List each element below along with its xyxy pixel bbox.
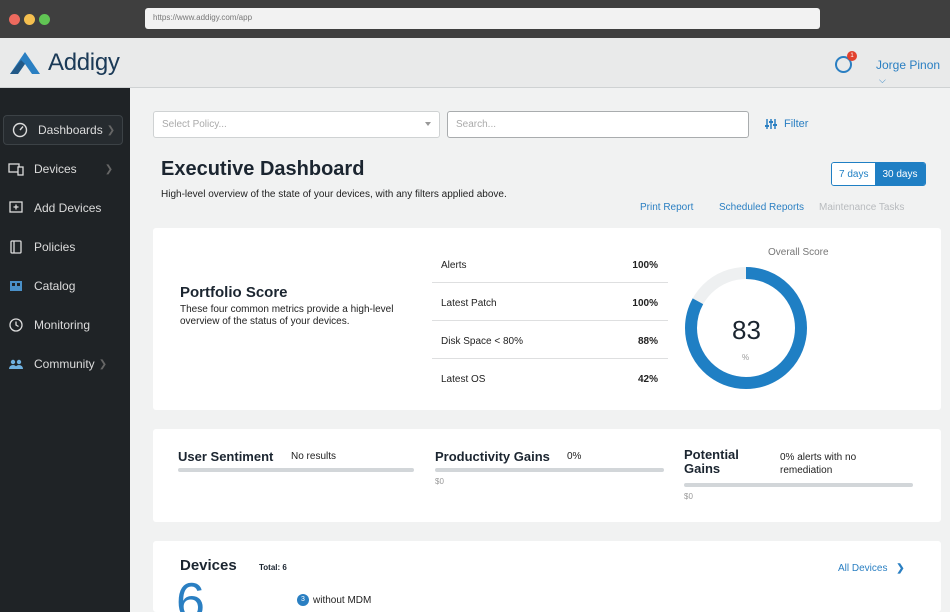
overall-score-unit: %	[742, 353, 750, 362]
all-devices-label: All Devices	[838, 563, 888, 574]
portfolio-description: These four common metrics provide a high…	[180, 304, 394, 327]
notification-badge: 1	[847, 51, 857, 61]
clock-icon	[8, 317, 24, 333]
metric-label: Disk Space < 80%	[441, 336, 523, 347]
devices-card	[153, 541, 941, 612]
metric-row: Alerts 100%	[432, 245, 668, 283]
sidebar-item-label: Community	[34, 357, 95, 371]
print-report-link[interactable]: Print Report	[640, 202, 693, 213]
maintenance-tasks-link[interactable]: Maintenance Tasks	[819, 202, 904, 213]
chevron-right-icon: ❯	[98, 358, 108, 370]
user-menu[interactable]: Jorge Pinon ⌵	[876, 58, 950, 86]
metric-value: 100%	[632, 260, 658, 271]
chevron-right-icon: ❯	[106, 124, 116, 136]
catalog-icon	[8, 278, 24, 294]
sidebar-item-label: Catalog	[34, 279, 76, 293]
sidebar-item-policies[interactable]: Policies	[0, 232, 128, 262]
sidebar-item-community[interactable]: Community ❯	[0, 349, 128, 379]
chevron-down-icon: ⌵	[879, 75, 886, 85]
minimize-window-button[interactable]	[24, 14, 35, 25]
sidebar-item-label: Dashboards	[38, 123, 103, 137]
metric-row: Disk Space < 80% 88%	[432, 321, 668, 359]
metric-value: 88%	[637, 336, 658, 347]
sidebar-item-label: Monitoring	[34, 318, 91, 332]
metric-value: 100%	[632, 298, 658, 309]
devices-icon	[8, 161, 24, 177]
without-mdm-label: without MDM	[313, 594, 372, 606]
app-logo[interactable]: Addigy	[8, 49, 120, 77]
app-header	[0, 38, 950, 88]
range-7-days-button[interactable]: 7 days	[832, 163, 876, 185]
all-devices-link[interactable]: All Devices ❯	[838, 563, 905, 574]
user-name: Jorge Pinon	[876, 58, 941, 72]
metric-row: Latest OS 42%	[432, 359, 668, 397]
metric-label: Alerts	[441, 260, 467, 271]
range-toggle: 7 days 30 days	[831, 162, 926, 186]
sidebar-item-label: Policies	[34, 240, 76, 254]
user-sentiment-bar	[178, 468, 414, 472]
metric-value: 42%	[637, 374, 658, 385]
policy-select[interactable]: Select Policy...	[153, 111, 440, 138]
policies-icon	[8, 239, 24, 255]
chevron-right-icon: ❯	[896, 563, 905, 574]
user-sentiment-title: User Sentiment	[178, 449, 274, 464]
user-sentiment-value: No results	[291, 451, 337, 462]
potential-gains-title: Potential Gains	[684, 447, 739, 476]
sidebar-item-add-devices[interactable]: Add Devices	[0, 193, 128, 223]
add-device-icon	[8, 200, 24, 216]
sidebar-item-label: Add Devices	[34, 201, 102, 215]
sidebar-item-dashboards[interactable]: Dashboards ❯	[3, 115, 123, 145]
sidebar-item-label: Devices	[34, 162, 77, 176]
close-window-button[interactable]	[9, 14, 20, 25]
search-input[interactable]: Search...	[447, 111, 749, 138]
sidebar-item-monitoring[interactable]: Monitoring	[0, 310, 128, 340]
browser-window: https://www.addigy.com/app Addigy 1 Jorg…	[0, 0, 950, 612]
metric-row: Latest Patch 100%	[432, 283, 668, 321]
range-30-days-button[interactable]: 30 days	[875, 163, 925, 185]
potential-gains-amount: $0	[684, 492, 693, 501]
overall-score-value: 83	[732, 315, 761, 345]
chevron-down-icon	[425, 122, 431, 126]
page-title: Executive Dashboard	[161, 158, 365, 180]
sidebar-item-devices[interactable]: Devices ❯	[0, 154, 128, 184]
without-mdm-stat: 3 without MDM	[297, 594, 371, 606]
chevron-right-icon: ❯	[104, 163, 114, 175]
potential-gains-value: 0% alerts with no remediation	[780, 452, 857, 476]
browser-titlebar: https://www.addigy.com/app	[0, 0, 950, 38]
filter-label: Filter	[784, 118, 809, 130]
metric-label: Latest Patch	[441, 298, 497, 309]
filter-button[interactable]: Filter	[764, 118, 808, 130]
overall-score-label: Overall Score	[768, 247, 829, 258]
sidebar-item-catalog[interactable]: Catalog	[0, 271, 128, 301]
portfolio-title: Portfolio Score	[180, 284, 288, 301]
gauge-icon	[12, 122, 28, 138]
search-placeholder: Search...	[456, 119, 497, 130]
addigy-logo-icon	[10, 52, 40, 74]
policy-select-placeholder: Select Policy...	[162, 119, 227, 130]
metric-label: Latest OS	[441, 374, 486, 385]
productivity-gains-amount: $0	[435, 477, 444, 486]
productivity-gains-value: 0%	[567, 451, 582, 462]
devices-title: Devices	[180, 557, 237, 574]
address-bar[interactable]: https://www.addigy.com/app	[145, 8, 820, 29]
page-subtitle: High-level overview of the state of your…	[161, 189, 507, 200]
without-mdm-count: 3	[297, 594, 309, 606]
productivity-gains-title: Productivity Gains	[435, 449, 550, 464]
filter-icon	[765, 119, 777, 129]
app-name: Addigy	[48, 49, 120, 76]
devices-count: 6	[176, 573, 205, 612]
maximize-window-button[interactable]	[39, 14, 50, 25]
scheduled-reports-link[interactable]: Scheduled Reports	[719, 202, 804, 213]
people-icon	[8, 356, 24, 372]
devices-total: Total: 6	[259, 563, 287, 572]
potential-gains-bar	[684, 483, 913, 487]
productivity-gains-bar	[435, 468, 664, 472]
